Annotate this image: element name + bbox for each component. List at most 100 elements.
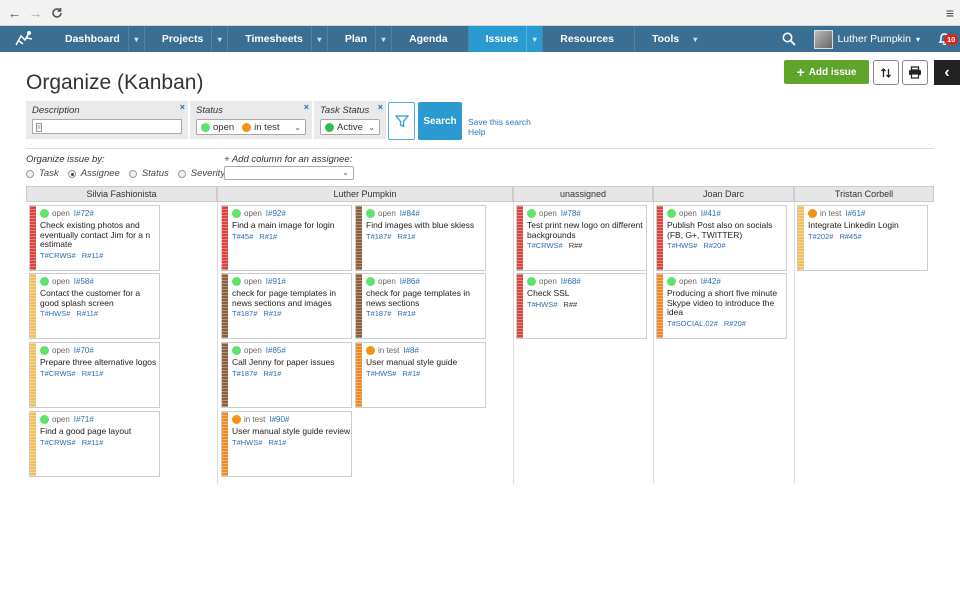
issue-card[interactable]: open I#58# Contact the customer for a good… bbox=[29, 273, 160, 339]
close-icon[interactable]: × bbox=[378, 102, 383, 112]
issue-card[interactable]: open I#41# Publish Post also on socials (F… bbox=[656, 205, 787, 271]
nav-plan[interactable]: Plan ▾ bbox=[328, 26, 393, 52]
issue-card[interactable]: open I#72# Check existing photos and event… bbox=[29, 205, 160, 271]
status-select[interactable]: open in test ⌄ bbox=[196, 119, 306, 135]
tag-link[interactable]: T#CRWS# bbox=[40, 251, 76, 260]
issue-id-link[interactable]: I#78# bbox=[561, 209, 581, 218]
tag-link[interactable]: R#45# bbox=[839, 232, 861, 241]
issue-id-link[interactable]: I#91# bbox=[266, 277, 286, 286]
issue-id-link[interactable]: I#85# bbox=[266, 346, 286, 355]
issue-card[interactable]: open I#68# Check SSL T#HWS# R## bbox=[516, 273, 647, 339]
issue-id-link[interactable]: I#68# bbox=[561, 277, 581, 286]
tag-link[interactable]: R#11# bbox=[82, 251, 104, 260]
issue-id-link[interactable]: I#8# bbox=[403, 346, 419, 355]
chevron-down-icon[interactable]: ▾ bbox=[687, 26, 703, 52]
chevron-down-icon[interactable]: ▾ bbox=[127, 26, 144, 52]
issue-card[interactable]: open I#86# check for page templates in new… bbox=[355, 273, 486, 339]
issue-card[interactable]: open I#92# Find a main image for login T#45… bbox=[221, 205, 352, 271]
radio-task[interactable]: Task bbox=[26, 168, 59, 179]
tag-link[interactable]: R#1# bbox=[268, 438, 286, 447]
add-column-select[interactable]: ⌄ bbox=[224, 166, 354, 180]
chevron-down-icon[interactable]: ▾ bbox=[526, 26, 542, 52]
save-search-link[interactable]: Save this search bbox=[468, 117, 531, 127]
tag-link[interactable]: R#20# bbox=[724, 319, 746, 328]
issue-card[interactable]: open I#42# Producing a short five minute S… bbox=[656, 273, 787, 339]
search-button[interactable]: Search bbox=[418, 102, 462, 140]
browser-menu-icon[interactable]: ≡ bbox=[946, 5, 954, 21]
user-menu[interactable]: Luther Pumpkin ▾ bbox=[806, 29, 928, 49]
tag-link[interactable]: T#HWS# bbox=[366, 369, 396, 378]
tag-link[interactable]: T#187# bbox=[232, 369, 257, 378]
issue-id-link[interactable]: I#92# bbox=[266, 209, 286, 218]
issue-id-link[interactable]: I#58# bbox=[74, 277, 94, 286]
collapse-panel-icon[interactable]: ‹ bbox=[934, 60, 960, 85]
tag-link[interactable]: T#187# bbox=[366, 309, 391, 318]
tag-link[interactable]: R#11# bbox=[82, 438, 104, 447]
issue-card[interactable]: in test I#8# User manual style guide T#HWS#… bbox=[355, 342, 486, 408]
issue-id-link[interactable]: I#61# bbox=[845, 209, 865, 218]
nav-projects[interactable]: Projects ▾ bbox=[145, 26, 229, 52]
tag-link[interactable]: R#1# bbox=[402, 369, 420, 378]
nav-tools[interactable]: Tools ▾ bbox=[635, 26, 703, 52]
issue-id-link[interactable]: I#90# bbox=[269, 415, 289, 424]
description-input[interactable] bbox=[32, 119, 182, 134]
issue-card[interactable]: open I#70# Prepare three alternative logos… bbox=[29, 342, 160, 408]
issue-card[interactable]: open I#71# Find a good page layout T#CRWS# R… bbox=[29, 411, 160, 477]
tag-link[interactable]: R#1# bbox=[263, 309, 281, 318]
filter-funnel-icon[interactable] bbox=[388, 102, 415, 140]
tag-link[interactable]: T#CRWS# bbox=[40, 438, 76, 447]
issue-card[interactable]: open I#91# check for page templates in new… bbox=[221, 273, 352, 339]
tag-link[interactable]: R#1# bbox=[259, 232, 277, 241]
nav-timesheets[interactable]: Timesheets ▾ bbox=[228, 26, 328, 52]
tag-link[interactable]: R#1# bbox=[397, 232, 415, 241]
bell-icon[interactable]: 10 bbox=[928, 32, 960, 46]
chevron-down-icon[interactable]: ▾ bbox=[310, 26, 327, 52]
issue-id-link[interactable]: I#41# bbox=[701, 209, 721, 218]
tag-link[interactable]: T#HWS# bbox=[667, 241, 697, 250]
issue-card[interactable]: open I#85# Call Jenny for paper issues T#18… bbox=[221, 342, 352, 408]
radio-assignee[interactable]: Assignee bbox=[67, 168, 120, 179]
app-logo-icon[interactable] bbox=[0, 26, 48, 52]
search-icon[interactable] bbox=[772, 32, 806, 46]
chevron-down-icon[interactable]: ▾ bbox=[375, 26, 391, 52]
tag-link[interactable]: R#20# bbox=[703, 241, 725, 250]
tag-link[interactable]: R#1# bbox=[263, 369, 281, 378]
nav-issues[interactable]: Issues ▾ bbox=[468, 26, 544, 52]
tag-link[interactable]: T#HWS# bbox=[527, 300, 557, 309]
nav-dashboard[interactable]: Dashboard ▾ bbox=[48, 26, 145, 52]
close-icon[interactable]: × bbox=[180, 102, 185, 112]
issue-id-link[interactable]: I#71# bbox=[74, 415, 94, 424]
radio-severity[interactable]: Severity bbox=[177, 168, 225, 179]
tag-link[interactable]: T#HWS# bbox=[40, 309, 70, 318]
tag-link[interactable]: T#187# bbox=[232, 309, 257, 318]
issue-id-link[interactable]: I#86# bbox=[400, 277, 420, 286]
issue-id-link[interactable]: I#84# bbox=[400, 209, 420, 218]
issue-id-link[interactable]: I#42# bbox=[701, 277, 721, 286]
nav-agenda[interactable]: Agenda bbox=[392, 26, 469, 52]
issue-card[interactable]: in test I#61# Integrate Linkedin Login T#20… bbox=[797, 205, 928, 271]
issue-card[interactable]: open I#78# Test print new logo on differen… bbox=[516, 205, 647, 271]
print-button[interactable] bbox=[902, 60, 928, 85]
task-status-select[interactable]: Active ⌄ bbox=[320, 119, 380, 135]
forward-icon[interactable]: → bbox=[27, 4, 44, 21]
sort-button[interactable] bbox=[873, 60, 899, 85]
tag-link[interactable]: R#1# bbox=[397, 309, 415, 318]
help-link[interactable]: Help bbox=[468, 127, 531, 137]
tag-link[interactable]: T#SOCIAL.02# bbox=[667, 319, 718, 328]
tag-link[interactable]: R#11# bbox=[82, 369, 104, 378]
nav-resources[interactable]: Resources bbox=[543, 26, 635, 52]
close-icon[interactable]: × bbox=[304, 102, 309, 112]
issue-id-link[interactable]: I#70# bbox=[74, 346, 94, 355]
issue-card[interactable]: open I#84# Find images with blue skiess T#1… bbox=[355, 205, 486, 271]
tag-link[interactable]: T#HWS# bbox=[232, 438, 262, 447]
radio-status[interactable]: Status bbox=[128, 168, 169, 179]
issue-card[interactable]: in test I#90# User manual style guide revi… bbox=[221, 411, 352, 477]
reload-icon[interactable] bbox=[48, 4, 65, 21]
tag-link[interactable]: T#45# bbox=[232, 232, 253, 241]
issue-id-link[interactable]: I#72# bbox=[74, 209, 94, 218]
chevron-down-icon[interactable]: ▾ bbox=[211, 26, 227, 52]
tag-link[interactable]: T#CRWS# bbox=[527, 241, 563, 250]
tag-link[interactable]: T#202# bbox=[808, 232, 833, 241]
tag-link[interactable]: R#11# bbox=[76, 309, 98, 318]
tag-link[interactable]: T#187# bbox=[366, 232, 391, 241]
